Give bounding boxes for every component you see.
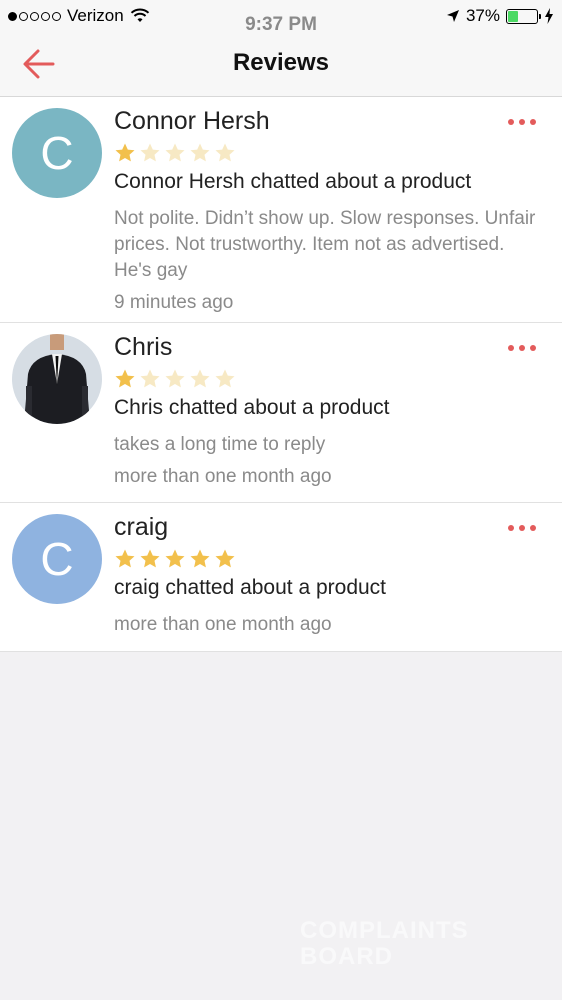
charging-bolt-icon <box>545 8 553 24</box>
star-filled-icon <box>115 549 135 568</box>
avatar[interactable]: C <box>12 108 102 198</box>
nav-bar: Reviews <box>0 32 562 97</box>
review-text: Not polite. Didn’t show up. Slow respons… <box>114 208 536 281</box>
star-filled-icon <box>165 549 185 568</box>
reviewer-name: Connor Hersh <box>114 107 270 135</box>
status-right: 37% <box>446 6 554 26</box>
avatar[interactable] <box>12 334 102 424</box>
star-filled-icon <box>215 549 235 568</box>
reviewer-name: craig <box>114 513 169 541</box>
review-content: Chris Chris chatted about a product take… <box>114 333 542 488</box>
watermark-line1: COMPLAINTS <box>300 917 469 944</box>
status-bar: Verizon 9:37 PM 37% <box>0 0 562 35</box>
review-time: more than one month ago <box>114 466 332 487</box>
review-item[interactable]: Chris Chris chatted about a product take… <box>0 323 562 503</box>
review-item[interactable]: C craig craig chatted about a product mo… <box>0 503 562 652</box>
watermark-logo: COMPLAINTS BOARD <box>300 918 510 974</box>
star-empty-icon <box>215 143 235 162</box>
star-filled-icon <box>115 143 135 162</box>
review-content: craig craig chatted about a product more… <box>114 513 542 636</box>
star-empty-icon <box>140 369 160 388</box>
page-title: Reviews <box>232 49 330 76</box>
star-empty-icon <box>140 143 160 162</box>
star-empty-icon <box>165 143 185 162</box>
star-empty-icon <box>215 369 235 388</box>
star-empty-icon <box>190 143 210 162</box>
avatar[interactable]: C <box>12 514 102 604</box>
avatar-letter: C <box>40 127 74 179</box>
reviewer-name: Chris <box>114 333 173 361</box>
star-rating <box>114 368 542 390</box>
review-time: 9 minutes ago <box>114 292 234 313</box>
star-rating <box>114 548 542 570</box>
watermark-line2: BOARD <box>300 943 393 970</box>
review-item[interactable]: C Connor Hersh Connor Hersh chatted abou… <box>0 97 562 323</box>
star-filled-icon <box>190 549 210 568</box>
star-empty-icon <box>165 369 185 388</box>
review-headline: Chris chatted about a product <box>114 396 390 419</box>
star-filled-icon <box>140 549 160 568</box>
review-headline: craig chatted about a product <box>114 576 387 599</box>
star-filled-icon <box>115 369 135 388</box>
battery-percent: 37% <box>465 6 500 25</box>
review-time: more than one month ago <box>114 614 332 635</box>
review-text: takes a long time to reply <box>114 434 326 455</box>
star-empty-icon <box>190 369 210 388</box>
review-headline: Connor Hersh chatted about a product <box>114 170 472 193</box>
battery-icon <box>506 8 541 24</box>
review-list: C Connor Hersh Connor Hersh chatted abou… <box>0 97 562 652</box>
review-content: Connor Hersh Connor Hersh chatted about … <box>114 107 542 314</box>
star-rating <box>114 142 542 164</box>
location-arrow-icon <box>446 10 459 22</box>
profile-photo <box>12 334 102 424</box>
avatar-letter: C <box>40 533 74 585</box>
